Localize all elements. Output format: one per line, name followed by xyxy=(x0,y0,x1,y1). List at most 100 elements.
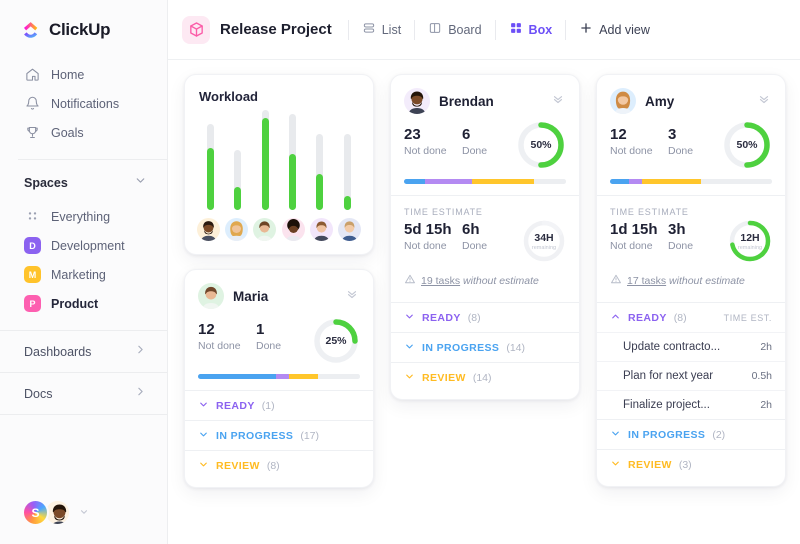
task-row[interactable]: Plan for next year 0.5h xyxy=(597,361,785,390)
stat-label: Done xyxy=(668,145,694,158)
sidebar-label-marketing: Marketing xyxy=(51,267,106,282)
status-row-review-brendan[interactable]: REVIEW (14) xyxy=(391,362,579,392)
chevron-down-icon[interactable] xyxy=(79,504,89,522)
warning-link[interactable]: 19 tasks xyxy=(421,275,460,287)
avatar-member-4[interactable] xyxy=(281,218,305,241)
te-label: Not done xyxy=(404,240,447,253)
workspace-avatar[interactable]: S xyxy=(22,499,49,526)
space-badge-development: D xyxy=(24,237,41,254)
segment-yellow xyxy=(472,179,534,184)
brand-name: ClickUp xyxy=(49,20,111,39)
status-name: IN PROGRESS xyxy=(628,428,706,441)
home-icon xyxy=(24,67,40,83)
avatar-member-6[interactable] xyxy=(338,218,362,241)
task-row[interactable]: Update contracto... 2h xyxy=(597,332,785,361)
sidebar-item-dashboards[interactable]: Dashboards xyxy=(0,330,167,372)
nav-item-goals[interactable]: Goals xyxy=(0,118,167,147)
person-card-maria: Maria 12 Not done 1 Done 25% READY (1) I… xyxy=(184,269,374,488)
ring-percent: 50% xyxy=(736,139,758,151)
status-progress-bar-maria xyxy=(198,374,360,379)
workload-bar-1[interactable] xyxy=(207,124,215,210)
card-header-maria: Maria xyxy=(185,270,373,309)
status-progress-bar-brendan xyxy=(404,179,566,184)
status-name: IN PROGRESS xyxy=(422,341,500,354)
task-estimate: 2h xyxy=(760,399,772,411)
status-count: (3) xyxy=(678,458,692,471)
workload-bar-5[interactable] xyxy=(316,134,324,210)
status-row-ready-brendan[interactable]: READY (8) xyxy=(391,302,579,332)
nav-label-goals: Goals xyxy=(51,125,84,140)
spaces-section-header[interactable]: Spaces xyxy=(0,160,167,202)
workload-avatars xyxy=(185,210,373,254)
double-chevron-down-icon[interactable] xyxy=(343,285,361,308)
double-chevron-down-icon[interactable] xyxy=(755,90,773,113)
status-row-review-amy[interactable]: REVIEW (3) xyxy=(597,449,785,479)
segment-purple xyxy=(425,179,473,184)
status-name: REVIEW xyxy=(216,459,260,472)
avatar-member-2[interactable] xyxy=(224,218,248,241)
nav-item-home[interactable]: Home xyxy=(0,60,167,89)
user-bar[interactable]: S xyxy=(0,499,167,544)
sidebar-item-product[interactable]: P Product xyxy=(0,289,167,318)
stat-label: Done xyxy=(462,145,488,158)
tab-list[interactable]: List xyxy=(349,15,414,45)
ring-sublabel: remaining xyxy=(531,244,557,251)
warning-rest: without estimate xyxy=(669,275,745,287)
brand[interactable]: ClickUp xyxy=(0,0,167,56)
chevron-up-icon xyxy=(610,309,621,327)
sidebar-item-everything[interactable]: Everything xyxy=(0,202,167,231)
time-ring-amy: 12H remaining xyxy=(728,219,772,263)
nav-item-notifications[interactable]: Notifications xyxy=(0,89,167,118)
stat-label: Done xyxy=(256,340,282,353)
status-row-in-progress-brendan[interactable]: IN PROGRESS (14) xyxy=(391,332,579,362)
workload-card: Workload xyxy=(184,74,374,255)
chevron-down-icon[interactable] xyxy=(134,174,147,192)
status-name: READY xyxy=(628,311,667,324)
warning-link[interactable]: 17 tasks xyxy=(627,275,666,287)
add-view-button[interactable]: Add view xyxy=(566,15,663,45)
workload-bar-6[interactable] xyxy=(343,134,351,210)
avatar-member-3[interactable] xyxy=(253,218,277,241)
segment-yellow xyxy=(642,179,701,184)
progress-ring-brendan: 50% xyxy=(516,120,566,170)
status-row-review-maria[interactable]: REVIEW (8) xyxy=(185,450,373,480)
workload-bar-2[interactable] xyxy=(234,150,242,210)
task-row[interactable]: Finalize project... 2h xyxy=(597,390,785,419)
segment-yellow xyxy=(288,374,318,379)
board-column-3: Amy 12 Not done 3 Done 50% TIME ESTIMATE… xyxy=(596,74,786,487)
status-row-ready-amy[interactable]: READY (8) TIME EST. xyxy=(597,302,785,332)
workload-chart xyxy=(185,104,373,210)
tab-board[interactable]: Board xyxy=(415,15,494,45)
card-header-brendan: Brendan xyxy=(391,75,579,114)
stat-value: 12 xyxy=(610,126,627,143)
board-icon xyxy=(428,21,442,38)
status-row-in-progress-amy[interactable]: IN PROGRESS (2) xyxy=(597,419,785,449)
te-stat-not-done: 5d 15h Not done xyxy=(404,221,462,252)
double-chevron-down-icon[interactable] xyxy=(549,90,567,113)
no-estimate-warning-amy[interactable]: 17 tasks without estimate xyxy=(597,263,785,302)
chevron-down-icon xyxy=(198,457,209,475)
status-row-ready-maria[interactable]: READY (1) xyxy=(185,390,373,420)
sidebar-item-development[interactable]: D Development xyxy=(0,231,167,260)
tab-label-list: List xyxy=(381,22,402,37)
workload-bar-4[interactable] xyxy=(289,114,297,210)
avatar-maria[interactable] xyxy=(198,283,224,309)
workload-bar-3[interactable] xyxy=(261,110,269,210)
bell-icon xyxy=(24,96,40,112)
tab-box[interactable]: Box xyxy=(496,15,566,45)
avatar-brendan[interactable] xyxy=(404,88,430,114)
avatar-amy[interactable] xyxy=(610,88,636,114)
chevron-down-icon xyxy=(198,397,209,415)
task-name: Update contracto... xyxy=(623,341,721,353)
warning-text: 17 tasks without estimate xyxy=(627,275,745,287)
sidebar-item-docs[interactable]: Docs xyxy=(0,372,167,414)
sidebar-item-marketing[interactable]: M Marketing xyxy=(0,260,167,289)
status-row-in-progress-maria[interactable]: IN PROGRESS (17) xyxy=(185,420,373,450)
avatar-member-1[interactable] xyxy=(196,218,220,241)
space-badge-marketing: M xyxy=(24,266,41,283)
avatar-member-5[interactable] xyxy=(309,218,333,241)
no-estimate-warning-brendan[interactable]: 19 tasks without estimate xyxy=(391,263,579,302)
stat-label: Not done xyxy=(198,340,241,353)
add-view-label: Add view xyxy=(599,22,650,37)
